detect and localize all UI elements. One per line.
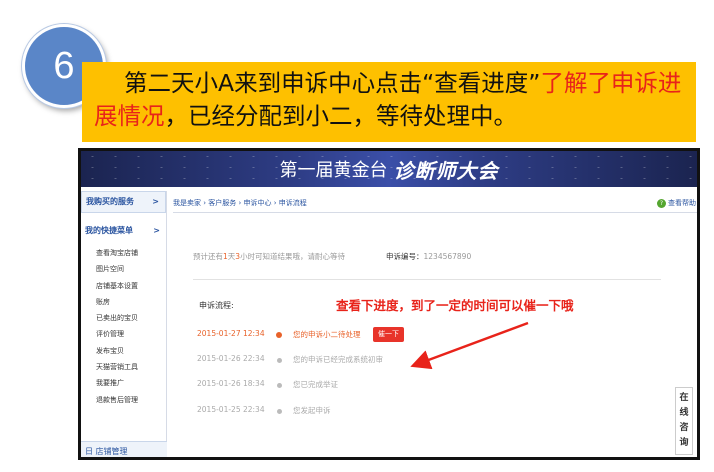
- timeline-dot: [277, 409, 282, 414]
- page-banner: 第一届黄金台 诊断师大会: [81, 151, 697, 187]
- timeline-dot: [276, 332, 282, 338]
- timeline-dot: [277, 383, 282, 388]
- chevron-right-icon: >: [152, 197, 159, 206]
- sidebar-item[interactable]: 我要推广: [96, 375, 166, 391]
- timeline-event: 2015-01-27 12:34 您的申诉小二待处理: [197, 329, 361, 339]
- banner-title: 第一届黄金台: [279, 160, 388, 181]
- sidebar-item[interactable]: 评价管理: [96, 326, 166, 342]
- divider: [193, 279, 661, 280]
- eta-notice: 预计还有1天3小时可知道结果哦，请耐心等待: [193, 252, 346, 261]
- timeline-event: 2015-01-26 22:34 您的申诉已经完成系统初审: [197, 354, 383, 364]
- breadcrumb-text[interactable]: 我是卖家 › 客户服务 › 申诉中心 › 申诉流程: [173, 199, 307, 207]
- chevron-right-icon: >: [153, 226, 160, 235]
- caption-banner: 第二天小A来到申诉中心点击“查看进度”了解了申诉进展情况，已经分配到小二，等待处…: [82, 62, 696, 142]
- sidebar-item[interactable]: 账房: [96, 294, 166, 310]
- timeline-event: 2015-01-26 18:34 您已完成举证: [197, 379, 338, 389]
- sidebar-item[interactable]: 发布宝贝: [96, 343, 166, 359]
- help-link[interactable]: ? 查看帮助: [657, 193, 696, 213]
- sidebar-item[interactable]: 图片空间: [96, 261, 166, 277]
- sidebar-item[interactable]: 查看淘宝店铺: [96, 245, 166, 261]
- sidebar-shop-management[interactable]: 日 店铺管理: [81, 441, 167, 457]
- sidebar-item[interactable]: 店铺基本设置: [96, 278, 166, 294]
- sidebar-quick-menu[interactable]: 我的快捷菜单 >: [81, 221, 166, 243]
- sidebar-item[interactable]: 天猫营销工具: [96, 359, 166, 375]
- urge-button[interactable]: 催一下: [373, 327, 404, 342]
- timeline-event: 2015-01-25 22:34 您发起申诉: [197, 405, 331, 415]
- question-icon: ?: [657, 198, 666, 208]
- complaint-number: 申诉编号：1234567890: [386, 252, 472, 261]
- sidebar-item[interactable]: 退款售后管理: [96, 392, 166, 408]
- flow-label: 申诉流程:: [199, 301, 234, 310]
- sidebar-item[interactable]: 已卖出的宝贝: [96, 310, 166, 326]
- sidebar-purchased-services[interactable]: 我购买的服务 >: [81, 191, 166, 213]
- caption-text-end: ，已经分配到小二，等待处理中。: [164, 102, 518, 130]
- step-number: 6: [53, 44, 75, 87]
- online-consult-button[interactable]: 在 线 咨 询: [675, 387, 693, 455]
- banner-title-emphasis: 诊断师大会: [393, 158, 499, 183]
- breadcrumb: 我是卖家 › 客户服务 › 申诉中心 › 申诉流程 ? 查看帮助: [173, 193, 697, 213]
- sidebar: 我购买的服务 > 我的快捷菜单 > 查看淘宝店铺 图片空间 店铺基本设置 账房 …: [81, 191, 167, 457]
- sidebar-menu-list: 查看淘宝店铺 图片空间 店铺基本设置 账房 已卖出的宝贝 评价管理 发布宝贝 天…: [81, 245, 166, 408]
- caption-text: 第二天小A来到申诉中心点击“查看进度”: [124, 69, 541, 97]
- annotation-text: 查看下进度，到了一定的时间可以催一下哦: [336, 298, 574, 313]
- timeline-dot: [277, 358, 282, 363]
- screenshot-frame: 第一届黄金台 诊断师大会 我购买的服务 > 我的快捷菜单 > 查看淘宝店铺 图片…: [78, 148, 700, 460]
